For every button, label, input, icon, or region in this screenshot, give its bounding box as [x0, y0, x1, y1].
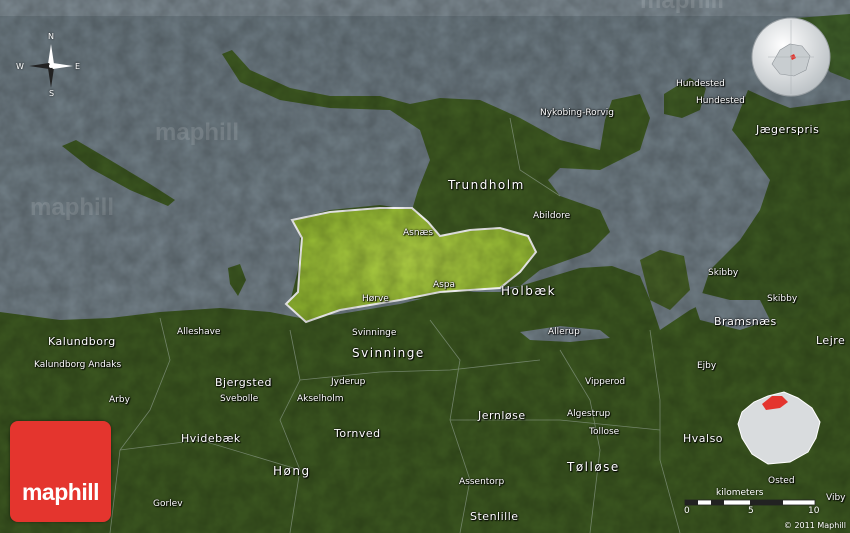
scale-tick: 5: [748, 506, 754, 516]
place-label: Alleshave: [177, 327, 221, 337]
globe-locator: [750, 16, 832, 98]
place-label: Allerup: [548, 327, 580, 337]
place-label: Bramsnæs: [714, 315, 777, 328]
place-label: Skibby: [708, 268, 739, 278]
place-label: Jernløse: [478, 409, 526, 422]
watermark-text: maphill: [155, 119, 239, 146]
locator-minimap: [728, 382, 828, 472]
place-label: Viby: [826, 493, 846, 503]
place-label: Aspa: [433, 280, 456, 290]
scale-tick: 10: [808, 506, 820, 516]
place-label: Osted: [768, 476, 795, 486]
place-label: Trundholm: [448, 178, 525, 192]
place-label: Algestrup: [567, 409, 611, 419]
maphill-logo[interactable]: maphill: [10, 421, 111, 522]
place-label: Hvalso: [683, 432, 724, 445]
place-label: Hvidebæk: [181, 432, 241, 445]
place-label: Kalundborg Andaks: [34, 360, 122, 370]
zealand-outline-icon: [737, 391, 821, 465]
place-label: Tollose: [589, 427, 620, 437]
place-label: Tornved: [334, 427, 381, 440]
place-label: Jægerspris: [756, 123, 820, 136]
place-label: Bjergsted: [215, 376, 272, 389]
place-label: Svinninge: [352, 346, 425, 360]
place-label: Akselholm: [297, 394, 344, 404]
compass-north: N: [48, 32, 54, 41]
compass-east: E: [75, 62, 81, 71]
globe-icon: [751, 17, 831, 97]
compass-south: S: [49, 89, 55, 98]
watermark-text: maphill: [30, 194, 114, 221]
place-label: Arby: [109, 395, 130, 405]
place-label: Svinninge: [352, 328, 397, 338]
place-label: Gorlev: [153, 499, 183, 509]
place-label: Stenlille: [470, 510, 519, 523]
compass-rose: N S E W: [16, 32, 86, 98]
place-label: Ejby: [697, 361, 717, 371]
place-label: Hundested: [696, 96, 745, 106]
place-label: Holbæk: [501, 284, 557, 298]
place-label: Høng: [273, 464, 311, 478]
place-label: Kalundborg: [48, 335, 116, 348]
place-label: Tølløse: [567, 460, 620, 474]
logo-text: maphill: [21, 479, 100, 505]
place-label: Hundested: [676, 79, 725, 89]
scale-title: kilometers: [716, 488, 764, 498]
place-label: Jyderup: [331, 377, 366, 387]
place-label: Asnæs: [403, 228, 434, 238]
place-label: Assentorp: [459, 477, 505, 487]
compass-west: W: [16, 62, 24, 71]
place-label: Nykobing-Rorvig: [540, 108, 614, 118]
scale-tick: 0: [684, 506, 690, 516]
place-label: Svebolle: [220, 394, 259, 404]
place-label: Abildore: [533, 211, 571, 221]
place-label: Vipperod: [585, 377, 626, 387]
place-label: Skibby: [767, 294, 798, 304]
copyright-text: © 2011 Maphill: [783, 521, 846, 530]
watermark-text: maphill: [640, 0, 724, 14]
place-label: Hørve: [362, 294, 389, 304]
place-label: Lejre: [816, 334, 846, 347]
map-canvas[interactable]: maphill maphill maphill N S E W Hundeste…: [0, 0, 850, 533]
